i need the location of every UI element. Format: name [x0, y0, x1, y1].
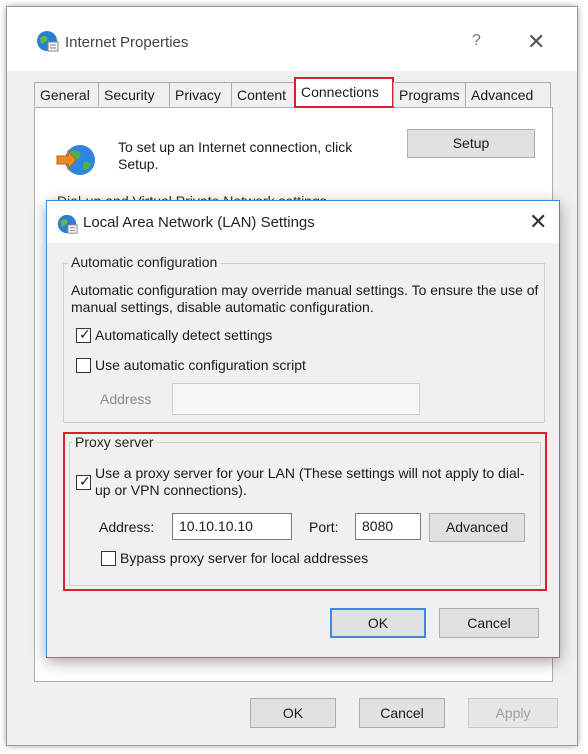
- proxy-advanced-button[interactable]: Advanced: [429, 513, 525, 542]
- lan-cancel-button[interactable]: Cancel: [439, 608, 539, 638]
- title-bar: Internet Properties ? ✕: [7, 7, 577, 71]
- check-icon: ✓: [79, 326, 91, 342]
- lan-ok-button[interactable]: OK: [330, 608, 426, 638]
- proxy-address-label: Address:: [99, 519, 155, 535]
- apply-button[interactable]: Apply: [468, 698, 558, 728]
- proxy-server-legend: Proxy server: [72, 434, 157, 450]
- auto-config-script-checkbox[interactable]: [76, 358, 91, 373]
- automatic-configuration-description: Automatic configuration may override man…: [71, 282, 539, 315]
- check-icon: ✓: [79, 473, 91, 489]
- ok-button[interactable]: OK: [250, 698, 336, 728]
- lan-dialog-title: Local Area Network (LAN) Settings: [83, 214, 315, 231]
- use-proxy-label[interactable]: Use a proxy server for your LAN (These s…: [95, 465, 535, 499]
- script-address-label: Address: [100, 391, 152, 407]
- cancel-button[interactable]: Cancel: [359, 698, 445, 728]
- proxy-port-label: Port:: [309, 519, 339, 535]
- auto-config-script-label[interactable]: Use automatic configuration script: [95, 357, 306, 373]
- tab-advanced[interactable]: Advanced: [465, 82, 551, 106]
- auto-detect-label[interactable]: Automatically detect settings: [95, 327, 272, 343]
- close-icon[interactable]: ✕: [529, 209, 547, 235]
- tab-connections[interactable]: Connections: [294, 77, 394, 108]
- lan-title-bar: Local Area Network (LAN) Settings ✕: [47, 201, 559, 243]
- setup-button[interactable]: Setup: [407, 129, 535, 158]
- bypass-local-checkbox[interactable]: [101, 551, 116, 566]
- tab-programs[interactable]: Programs: [393, 82, 466, 106]
- proxy-address-input[interactable]: 10.10.10.10: [172, 513, 292, 540]
- internet-options-icon: [37, 31, 59, 52]
- tab-general[interactable]: General: [34, 82, 99, 106]
- tab-privacy[interactable]: Privacy: [169, 82, 232, 106]
- bypass-local-label[interactable]: Bypass proxy server for local addresses: [120, 550, 368, 566]
- use-proxy-checkbox[interactable]: ✓: [76, 473, 91, 490]
- window-title: Internet Properties: [65, 34, 189, 51]
- proxy-port-input[interactable]: 8080: [355, 513, 421, 540]
- network-globe-icon: [56, 145, 95, 175]
- close-icon[interactable]: ✕: [527, 29, 545, 55]
- automatic-configuration-legend: Automatic configuration: [68, 254, 221, 270]
- lan-settings-dialog: Local Area Network (LAN) Settings ✕ Auto…: [46, 200, 560, 658]
- script-address-input[interactable]: [172, 383, 420, 415]
- tab-content[interactable]: Content: [231, 82, 295, 106]
- tab-security[interactable]: Security: [98, 82, 170, 106]
- internet-options-icon: [57, 214, 78, 234]
- setup-instructions: To set up an Internet connection, click …: [118, 139, 353, 172]
- auto-detect-checkbox[interactable]: ✓: [76, 326, 91, 343]
- internet-properties-window: Internet Properties ? ✕ General Security…: [6, 6, 578, 746]
- help-button[interactable]: ?: [472, 32, 481, 50]
